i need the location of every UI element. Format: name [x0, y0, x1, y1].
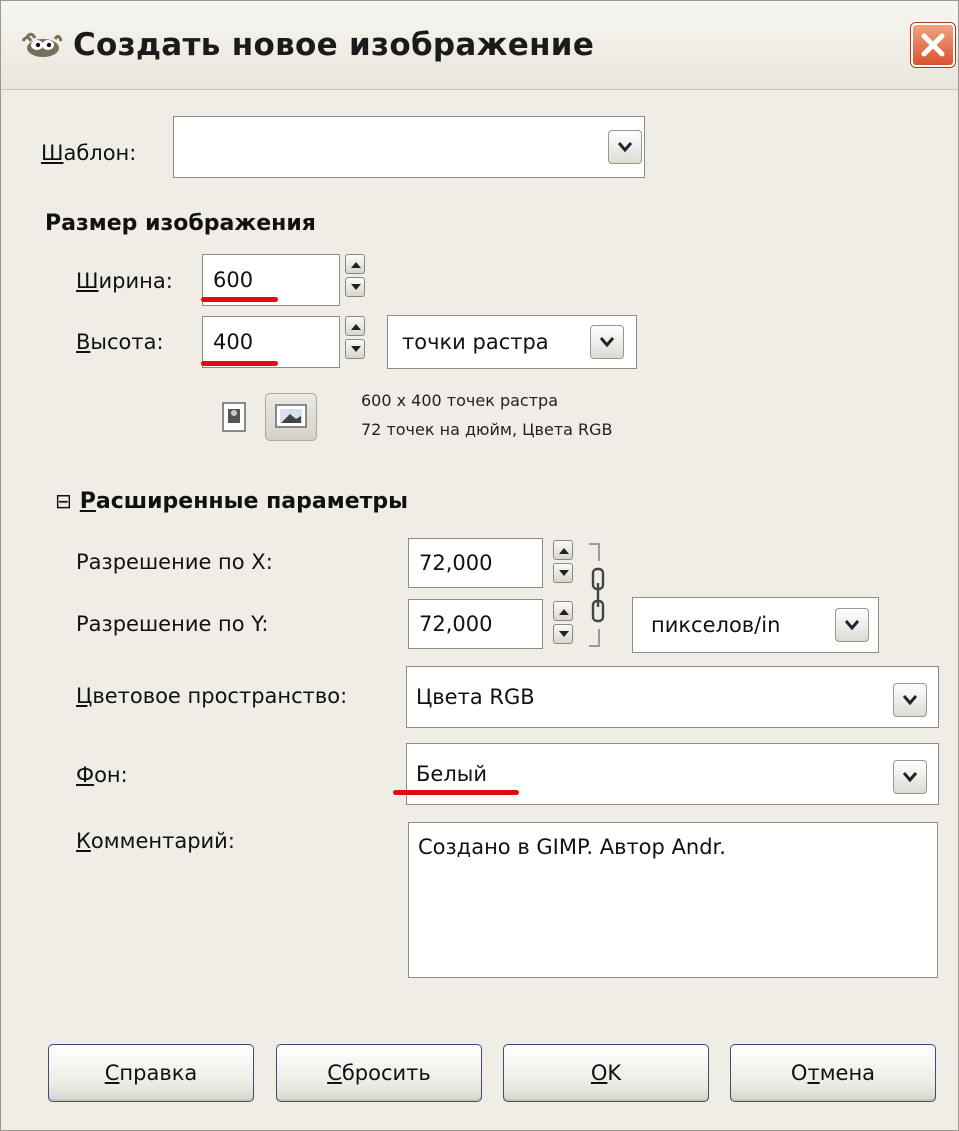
resolution-unit-value: пикселов/in — [651, 613, 781, 637]
size-info-line1: 600 x 400 точек растра — [361, 391, 558, 410]
template-combo[interactable] — [173, 116, 645, 178]
height-spinner[interactable] — [345, 316, 365, 360]
resolution-y-label: Разрешение по Y: — [76, 612, 269, 636]
annotation-underline-height — [201, 361, 278, 366]
chevron-down-icon — [844, 620, 860, 631]
comment-textarea[interactable]: Создано в GIMP. Автор Andr. — [408, 822, 938, 978]
size-unit-dropdown-button[interactable] — [590, 325, 624, 359]
landscape-icon — [275, 404, 307, 428]
reset-button[interactable]: Сбросить — [276, 1044, 482, 1102]
fill-dropdown-button[interactable] — [893, 760, 927, 794]
chevron-down-icon — [617, 142, 633, 153]
annotation-underline-fill — [393, 790, 519, 795]
collapse-icon: ⊟ — [55, 489, 72, 513]
template-dropdown-button[interactable] — [608, 130, 642, 164]
image-size-heading: Размер изображения — [45, 211, 316, 236]
color-space-label: Цветовое пространство: — [76, 684, 348, 708]
height-label: Высота: — [76, 330, 164, 354]
chevron-down-icon — [902, 695, 918, 706]
color-space-combo[interactable]: Цвета RGB — [406, 666, 939, 728]
size-info-line2: 72 точек на дюйм, Цвета RGB — [361, 420, 613, 439]
spin-up-icon[interactable] — [553, 540, 573, 560]
chevron-down-icon — [599, 337, 615, 348]
advanced-options-expander[interactable]: ⊟ Расширенные параметры — [55, 489, 408, 514]
cancel-button[interactable]: Отмена — [730, 1044, 936, 1102]
ok-button[interactable]: OK — [503, 1044, 709, 1102]
spin-down-icon[interactable] — [553, 624, 573, 644]
resolution-unit-combo[interactable]: пикселов/in — [632, 597, 879, 653]
title-bar[interactable]: Создать новое изображение — [1, 1, 958, 90]
chain-link-icon[interactable] — [585, 541, 609, 649]
spin-up-icon[interactable] — [345, 254, 365, 274]
resolution-y-input[interactable]: 72,000 — [408, 599, 543, 649]
close-button[interactable] — [911, 23, 955, 67]
resolution-x-input[interactable]: 72,000 — [408, 538, 543, 588]
spin-down-icon[interactable] — [345, 339, 365, 359]
help-button[interactable]: Справка — [48, 1044, 254, 1102]
width-label: Ширина: — [76, 269, 173, 293]
annotation-underline-width — [201, 297, 278, 302]
spin-up-icon[interactable] — [553, 601, 573, 621]
spin-down-icon[interactable] — [345, 277, 365, 297]
portrait-button[interactable] — [213, 397, 253, 437]
landscape-button[interactable] — [265, 393, 317, 441]
width-spinner[interactable] — [345, 254, 365, 298]
portrait-icon — [222, 402, 246, 432]
gimp-wilber-icon — [21, 32, 63, 57]
fill-value: Белый — [416, 762, 487, 786]
color-space-value: Цвета RGB — [416, 685, 535, 709]
size-unit-combo[interactable]: точки растра — [387, 315, 637, 369]
spin-down-icon[interactable] — [553, 563, 573, 583]
fill-combo[interactable]: Белый — [406, 743, 939, 805]
template-label: Шаблон: — [41, 141, 137, 165]
resolution-unit-dropdown-button[interactable] — [835, 608, 869, 642]
size-unit-value: точки растра — [402, 330, 549, 354]
spin-up-icon[interactable] — [345, 316, 365, 336]
close-icon — [921, 33, 945, 57]
resolution-x-label: Разрешение по X: — [76, 550, 273, 574]
window-title: Создать новое изображение — [73, 27, 595, 63]
resolution-x-spinner[interactable] — [553, 540, 573, 584]
new-image-dialog: Создать новое изображение Шаблон: Размер… — [0, 0, 959, 1131]
chevron-down-icon — [902, 772, 918, 783]
resolution-y-spinner[interactable] — [553, 601, 573, 645]
color-space-dropdown-button[interactable] — [893, 683, 927, 717]
fill-label: Фон: — [76, 763, 128, 787]
comment-label: Комментарий: — [76, 829, 235, 853]
